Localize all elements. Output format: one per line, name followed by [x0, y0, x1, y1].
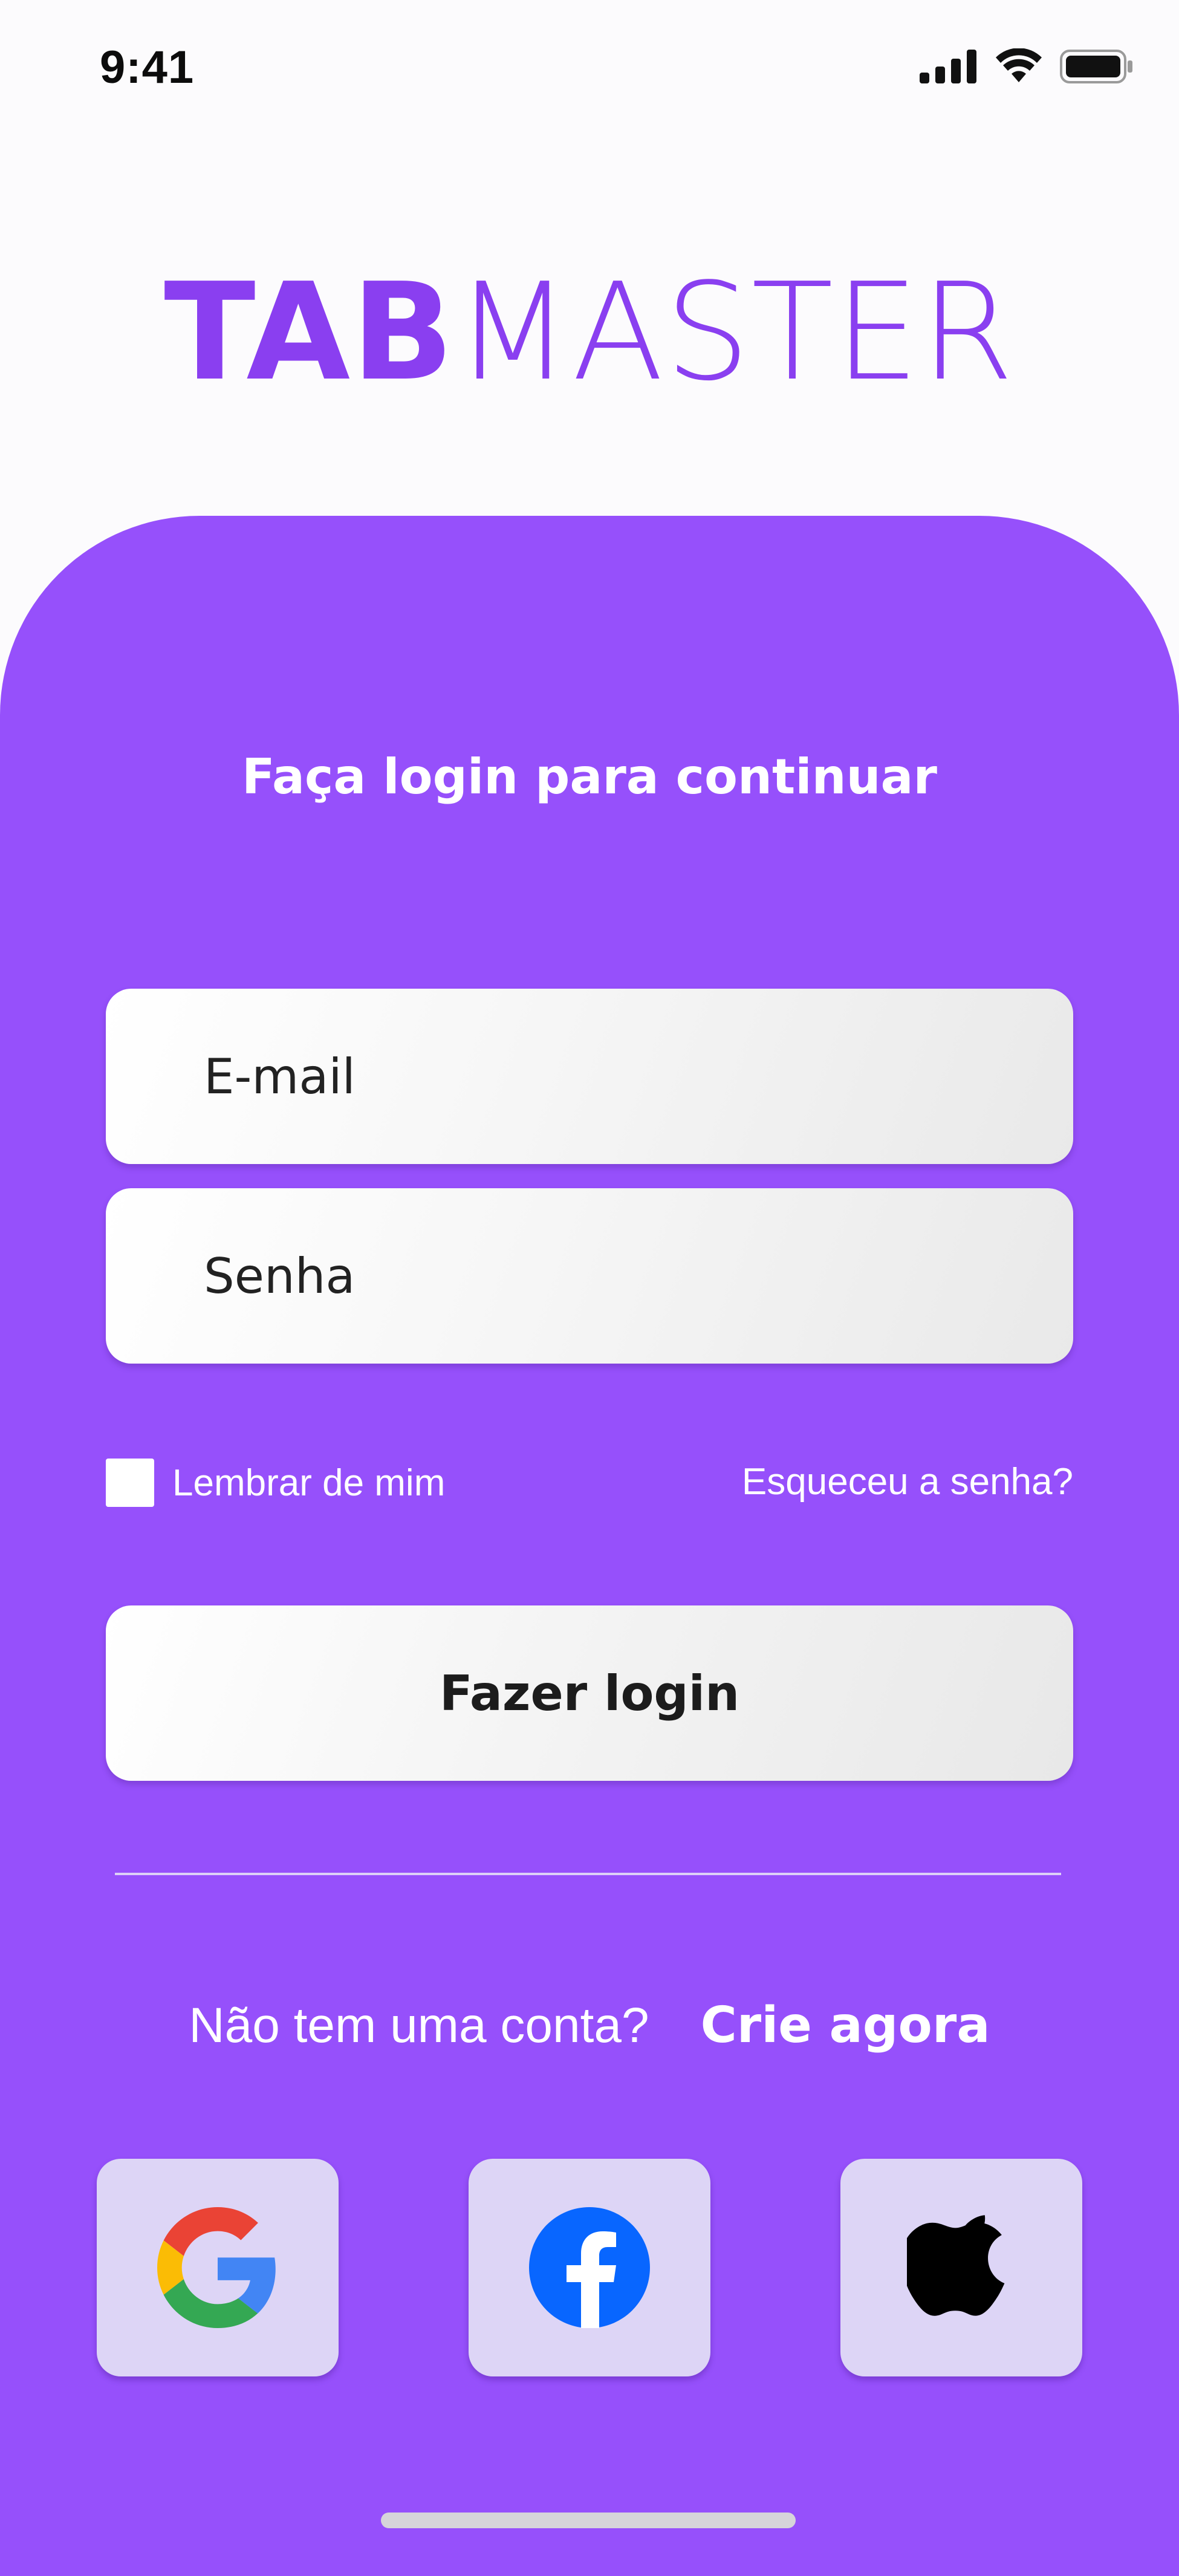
google-icon	[157, 2207, 278, 2328]
remember-label: Lembrar de mim	[172, 1462, 446, 1504]
forgot-password-link[interactable]: Esqueceu a senha?	[742, 1460, 1073, 1503]
email-placeholder: E-mail	[204, 1048, 356, 1105]
app-logo: TABMASTER	[0, 254, 1179, 411]
status-icons	[920, 48, 1134, 85]
home-indicator	[381, 2513, 796, 2528]
password-field[interactable]: Senha	[106, 1188, 1073, 1364]
google-login-button[interactable]	[97, 2159, 339, 2376]
status-time: 9:41	[100, 42, 195, 93]
status-bar: 9:41	[0, 0, 1179, 139]
logo-light-text: MASTER	[455, 255, 1015, 411]
facebook-login-button[interactable]	[469, 2159, 710, 2376]
create-account-link[interactable]: Crie agora	[701, 1995, 990, 2056]
remember-checkbox[interactable]	[106, 1459, 154, 1507]
battery-icon	[1060, 48, 1134, 85]
login-button[interactable]: Fazer login	[106, 1605, 1073, 1781]
signup-prompt: Não tem uma conta? Crie agora	[0, 1995, 1179, 2056]
apple-icon	[907, 2204, 1016, 2331]
apple-login-button[interactable]	[840, 2159, 1082, 2376]
signup-question: Não tem uma conta?	[189, 1998, 649, 2053]
signal-icon	[920, 50, 978, 83]
password-placeholder: Senha	[204, 1247, 356, 1304]
logo-bold-text: TAB	[164, 255, 455, 411]
login-button-label: Fazer login	[439, 1665, 740, 1722]
facebook-icon	[529, 2207, 650, 2328]
wifi-icon	[995, 48, 1043, 85]
remember-me[interactable]: Lembrar de mim	[106, 1459, 445, 1507]
divider	[115, 1873, 1061, 1875]
email-field[interactable]: E-mail	[106, 989, 1073, 1164]
login-title: Faça login para continuar	[242, 749, 937, 805]
